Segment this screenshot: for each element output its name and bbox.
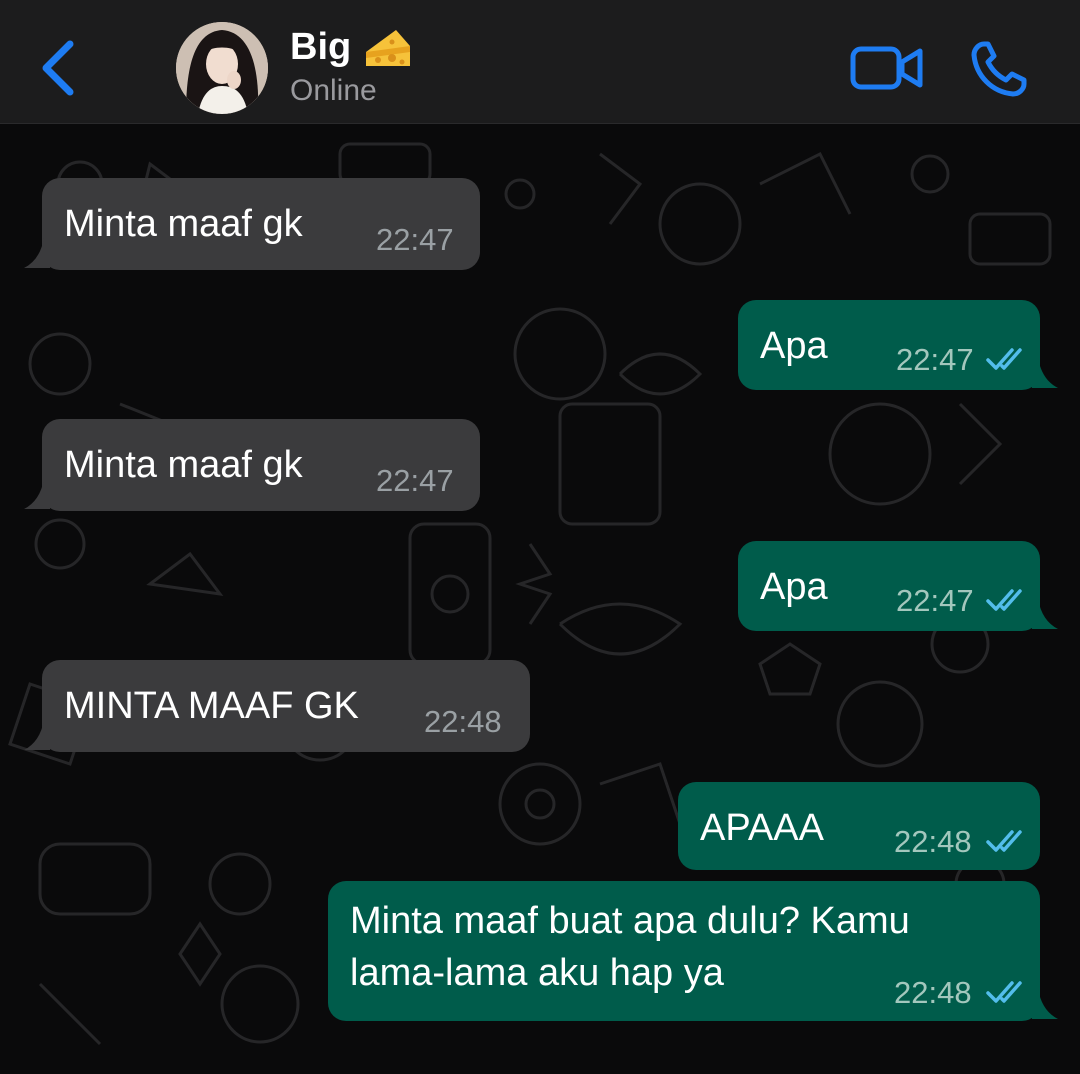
contact-avatar[interactable]	[176, 22, 268, 114]
read-receipt-icon	[986, 589, 1022, 611]
message-text: APAAA	[700, 807, 824, 849]
message-time: 22:48	[424, 704, 502, 739]
bubble-tail	[24, 720, 50, 750]
message-outgoing[interactable]: Apa 22:47	[738, 300, 1058, 390]
message-text: Apa	[760, 325, 828, 367]
message-time: 22:47	[376, 222, 454, 257]
message-text-line-1: Minta maaf buat apa dulu? Kamu	[350, 900, 910, 942]
read-receipt-icon	[986, 830, 1022, 852]
cheese-emoji-icon	[366, 30, 410, 66]
bubble-tail	[1032, 989, 1058, 1019]
bubble-tail	[1032, 358, 1058, 388]
avatar-image	[176, 22, 268, 114]
message-incoming[interactable]: Minta maaf gk 22:47	[24, 178, 480, 270]
message-text: Minta maaf gk	[64, 444, 303, 486]
message-text: Minta maaf gk	[64, 203, 303, 245]
phone-call-icon[interactable]	[968, 38, 1030, 100]
read-receipt-icon	[986, 348, 1022, 370]
message-outgoing[interactable]: Apa 22:47	[738, 541, 1058, 631]
message-incoming[interactable]: Minta maaf gk 22:47	[24, 419, 480, 511]
message-text: MINTA MAAF GK	[64, 685, 359, 727]
message-incoming[interactable]: MINTA MAAF GK 22:48	[24, 660, 530, 752]
bubble-tail	[1032, 599, 1058, 629]
message-time: 22:47	[376, 463, 454, 498]
chat-area[interactable]: Minta maaf gk 22:47 Apa 22:47 Minta maaf…	[0, 124, 1080, 1074]
message-time: 22:47	[896, 342, 974, 377]
read-receipt-icon	[986, 981, 1022, 1003]
message-time: 22:48	[894, 975, 972, 1010]
message-time: 22:47	[896, 583, 974, 618]
bubble-tail	[24, 479, 50, 509]
chat-header: Big Online	[0, 0, 1080, 124]
back-chevron-icon[interactable]	[36, 38, 80, 98]
contact-name[interactable]: Big	[290, 26, 351, 69]
message-outgoing[interactable]: Minta maaf buat apa dulu? Kamu lama-lama…	[328, 881, 1058, 1021]
message-time: 22:48	[894, 824, 972, 859]
video-call-icon[interactable]	[850, 44, 924, 92]
message-text-line-2: lama-lama aku hap ya	[350, 952, 724, 994]
message-outgoing[interactable]: APAAA 22:48	[678, 782, 1040, 870]
contact-status: Online	[290, 74, 377, 107]
bubble-tail	[24, 238, 50, 268]
message-text: Apa	[760, 566, 828, 608]
